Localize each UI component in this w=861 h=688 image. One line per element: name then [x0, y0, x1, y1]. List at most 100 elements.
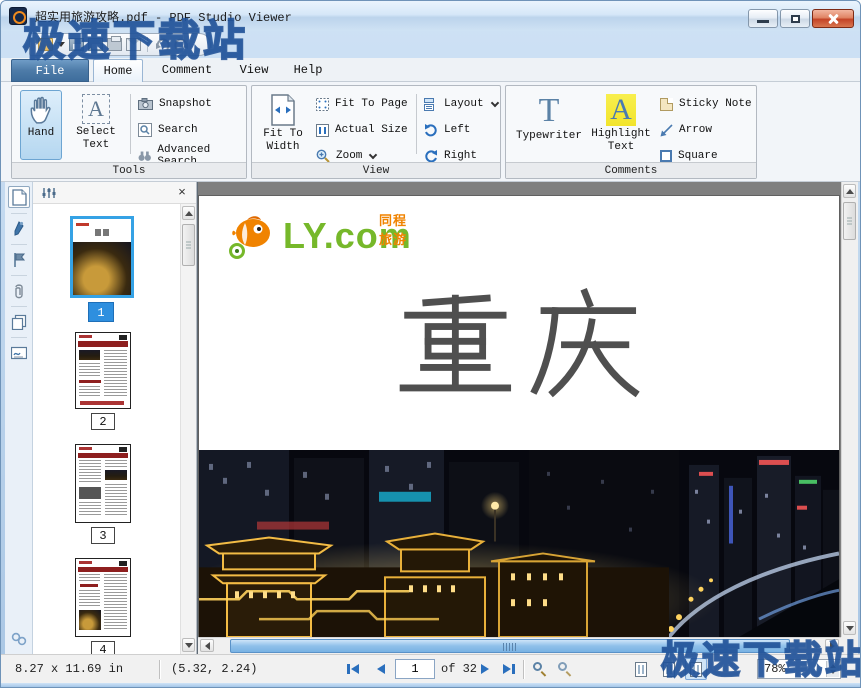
thumbnail-page-2[interactable]	[75, 332, 131, 409]
marquee-zoom-button[interactable]	[558, 662, 573, 677]
panel-options-icon[interactable]	[41, 186, 56, 200]
signatures-panel-button[interactable]	[8, 342, 30, 364]
thumbnail-page-4[interactable]	[75, 558, 131, 637]
thumbnail-page-3[interactable]	[75, 444, 131, 523]
layout-button[interactable]: Layout	[424, 94, 498, 114]
thumbnail-preview	[76, 333, 130, 408]
scroll-left-button[interactable]	[200, 639, 214, 652]
scrollbar-corner	[841, 637, 858, 654]
scroll-right-button[interactable]	[825, 639, 839, 652]
strip-divider	[11, 213, 27, 214]
open-dropdown-icon[interactable]	[57, 42, 65, 47]
redo-icon[interactable]	[174, 38, 190, 52]
previous-page-icon	[377, 664, 385, 674]
rotate-left-label: Left	[444, 124, 470, 136]
magnifier-handle	[566, 671, 572, 677]
tab-file[interactable]: File	[11, 59, 89, 82]
page-number-badge: 1	[88, 302, 114, 322]
print-icon[interactable]	[107, 38, 122, 51]
pages-panel-button[interactable]	[8, 186, 30, 208]
document-view[interactable]: LY.com 同程旅游	[197, 182, 858, 654]
actual-size-button[interactable]: Actual Size	[316, 120, 408, 140]
select-text-button[interactable]: A Select Text	[68, 90, 124, 160]
attachments-panel-button[interactable]	[8, 280, 30, 302]
strip-divider	[11, 244, 27, 245]
comments-panel-button[interactable]	[8, 218, 30, 240]
select-text-label: Select Text	[71, 126, 121, 152]
last-page-icon	[512, 664, 515, 674]
minimize-button[interactable]	[748, 9, 778, 28]
open-icon[interactable]	[38, 38, 53, 51]
next-page-button[interactable]	[481, 664, 489, 674]
fit-to-width-button[interactable]: Fit To Width	[258, 90, 308, 160]
save-as-icon[interactable]	[88, 38, 103, 51]
hand-label: Hand	[28, 127, 54, 139]
fit-to-page-label: Fit To Page	[335, 98, 408, 110]
comments-group-label: Comments	[506, 162, 756, 178]
vertical-scrollbar[interactable]	[841, 182, 858, 637]
fit-to-page-icon	[316, 98, 329, 111]
scrollbar-thumb[interactable]	[843, 202, 856, 240]
rotate-left-button[interactable]: Left	[424, 120, 470, 140]
page-size-label: 8.27 x 11.69 in	[15, 655, 123, 684]
zoom-spinner[interactable]	[826, 661, 839, 677]
zoom-level-combo[interactable]: 78%	[757, 659, 841, 679]
scroll-up-button[interactable]	[843, 184, 856, 198]
close-button[interactable]	[812, 9, 854, 28]
tab-help[interactable]: Help	[285, 59, 331, 82]
view-group-label: View	[252, 162, 500, 178]
group-separator	[416, 94, 417, 154]
restore-button[interactable]	[780, 9, 810, 28]
status-divider	[159, 660, 160, 679]
previous-page-button[interactable]	[377, 664, 385, 674]
arrow-button[interactable]: Arrow	[660, 120, 712, 140]
undo-icon[interactable]	[154, 38, 170, 52]
page-total-label: of 32	[441, 655, 477, 684]
page-number-input[interactable]	[395, 659, 435, 679]
thumbnails-scrollbar[interactable]	[180, 204, 196, 654]
first-page-button[interactable]	[347, 664, 359, 674]
email-icon[interactable]	[126, 38, 141, 51]
hand-icon	[28, 95, 54, 125]
fit-page-status-button[interactable]	[663, 662, 675, 677]
scroll-down-button[interactable]	[843, 621, 856, 635]
hand-tool-button[interactable]: Hand	[20, 90, 62, 160]
sticky-note-button[interactable]: Sticky Note	[660, 94, 752, 114]
scrollbar-thumb[interactable]	[182, 224, 195, 266]
binoculars-icon	[138, 150, 151, 162]
status-divider	[523, 660, 524, 679]
thumbnail-page-1[interactable]	[70, 216, 134, 298]
scroll-down-button[interactable]	[182, 638, 195, 652]
spin-down-icon	[830, 670, 836, 674]
group-separator	[130, 94, 131, 154]
sticky-note-icon	[660, 98, 673, 111]
save-icon[interactable]	[69, 38, 84, 51]
strip-divider	[11, 337, 27, 338]
rotate-right-label: Right	[444, 150, 477, 162]
fit-to-page-button[interactable]: Fit To Page	[316, 94, 408, 114]
tab-home[interactable]: Home	[93, 59, 143, 82]
panel-close-button[interactable]: ×	[174, 185, 190, 201]
search-button[interactable]: Search	[138, 120, 198, 140]
actual-size-status-button[interactable]	[635, 662, 647, 677]
brand-logo: LY.com 同程旅游	[227, 208, 412, 264]
horizontal-scrollbar[interactable]	[198, 637, 841, 654]
zoom-out-tool-button[interactable]	[533, 662, 548, 677]
fit-width-status-button[interactable]	[685, 658, 707, 680]
last-page-button[interactable]	[503, 664, 515, 674]
last-page-icon	[503, 664, 511, 674]
tab-view[interactable]: View	[231, 59, 277, 82]
scroll-left-icon	[205, 642, 210, 650]
highlight-text-button[interactable]: A Highlight Text	[588, 90, 654, 160]
panel-header: ×	[33, 182, 196, 204]
typewriter-button[interactable]: T Typewriter	[514, 90, 584, 160]
scrollbar-thumb[interactable]	[230, 639, 790, 653]
scroll-up-button[interactable]	[182, 206, 195, 220]
thumbnails-panel-button[interactable]	[8, 311, 30, 333]
bookmarks-panel-button[interactable]	[8, 249, 30, 271]
link-tool-button[interactable]	[8, 628, 30, 650]
minimize-icon	[757, 20, 769, 23]
snapshot-button[interactable]: Snapshot	[138, 94, 212, 114]
tab-comment[interactable]: Comment	[151, 59, 223, 82]
magnifier-icon	[533, 662, 542, 671]
